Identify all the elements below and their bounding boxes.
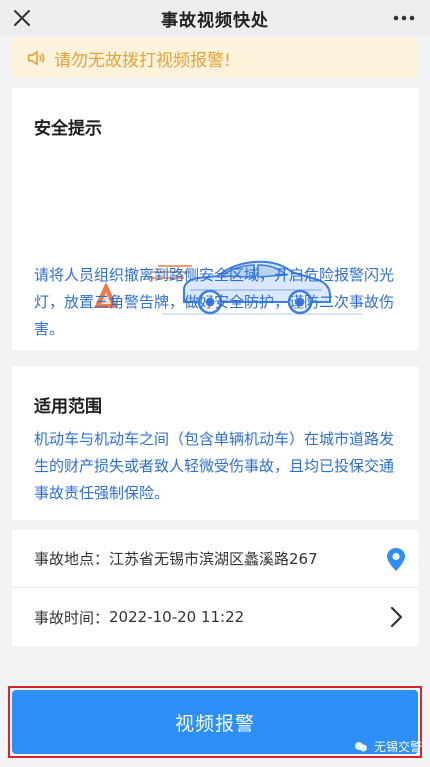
time-value: 2022-10-20 11:22 xyxy=(109,608,245,626)
safety-text: 请将人员组织撤离到路侧安全区域，开启危险报警闪光灯，放置三角警告牌，做好安全防护… xyxy=(34,266,395,338)
chevron-right-icon[interactable] xyxy=(384,604,408,630)
location-row[interactable]: 事故地点： 江苏省无锡市滨湖区蠡溪路267 xyxy=(12,530,418,588)
location-pin-icon[interactable] xyxy=(384,546,408,572)
watermark-text: 无锡交警 xyxy=(373,740,422,754)
scope-card: 适用范围 机动车与机动车之间（包含单辆机动车）在城市道路发生的财产损失或者致人轻… xyxy=(12,366,418,520)
watermark: 无锡交警 xyxy=(354,738,422,755)
warning-notice: 请勿无故拨打视频报警! xyxy=(12,38,418,78)
location-label: 事故地点： xyxy=(34,550,110,568)
time-row[interactable]: 事故时间： 2022-10-20 11:22 xyxy=(12,588,418,646)
close-icon[interactable] xyxy=(10,6,34,30)
accident-info-card: 事故地点： 江苏省无锡市滨湖区蠡溪路267 事故时间： 2022-10-20 1… xyxy=(12,530,418,646)
speaker-icon xyxy=(27,50,45,66)
page-title: 事故视频快处 xyxy=(161,10,269,31)
more-icon[interactable] xyxy=(392,8,416,28)
watermark-icon xyxy=(354,741,367,751)
scope-text: 机动车与机动车之间（包含单辆机动车）在城市道路发生的财产损失或者致人轻微受伤事故… xyxy=(34,430,395,502)
safety-title: 安全提示 xyxy=(34,119,102,139)
scope-title: 适用范围 xyxy=(34,397,102,417)
notice-text: 请勿无故拨打视频报警! xyxy=(54,50,231,71)
safety-card: 安全提示 请将人员组织撤离到路侧安全区域，开启危险报警闪光灯，放置三角警告牌，做… xyxy=(12,88,418,350)
time-label: 事故时间： xyxy=(34,608,110,627)
top-bar: 事故视频快处 xyxy=(0,0,430,36)
location-value: 江苏省无锡市滨湖区蠡溪路267 xyxy=(109,550,318,568)
